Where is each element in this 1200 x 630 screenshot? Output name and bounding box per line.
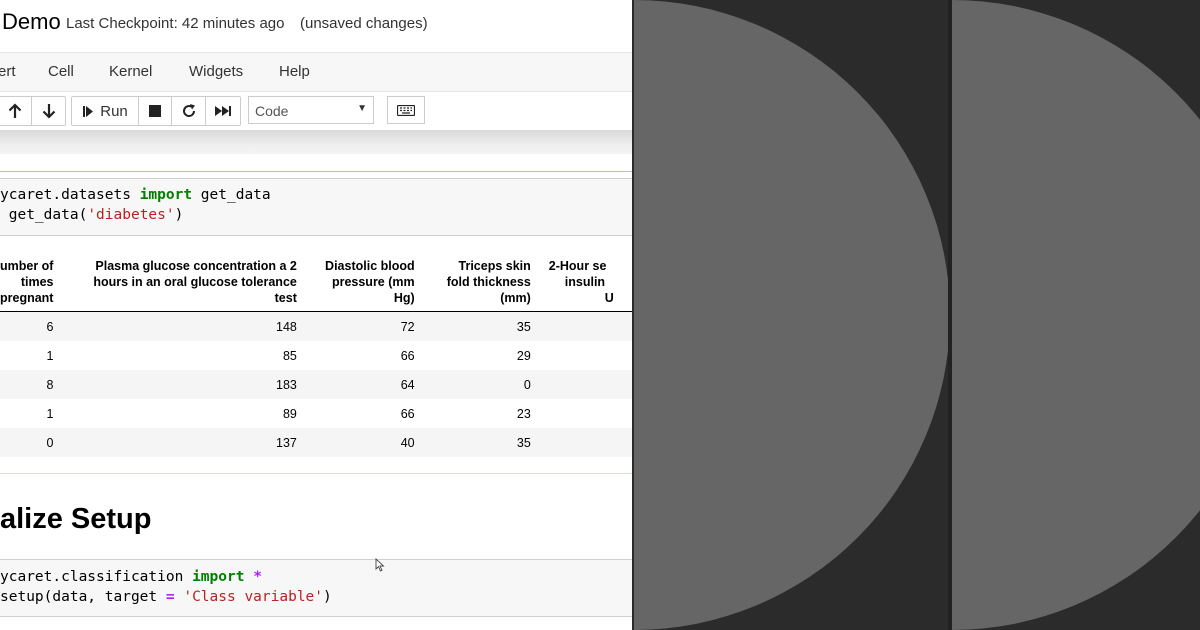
- run-label: Run: [100, 102, 128, 120]
- restart-run-all-button[interactable]: [206, 97, 240, 125]
- table-cell: 64: [300, 370, 419, 399]
- toolbar-divider: [0, 130, 632, 154]
- column-header: 2-Hour se insulin U: [534, 258, 632, 312]
- dataframe-output: umber of times pregnant Plasma glucose con…: [0, 258, 632, 457]
- menu-bar: ert Cell Kernel Widgets Help: [0, 52, 632, 92]
- arrow-down-icon: [42, 104, 55, 119]
- command-palette-button[interactable]: [387, 96, 425, 124]
- column-header: Diastolic blood pressure (mm Hg): [300, 258, 419, 312]
- menu-widgets[interactable]: Widgets: [189, 63, 243, 80]
- move-cell-group: [0, 96, 66, 126]
- table-cell: [535, 341, 632, 370]
- run-icon: [83, 105, 94, 117]
- toolbar: Run Code ▼: [0, 92, 632, 130]
- cell-type-value: Code: [255, 103, 289, 119]
- code-line: setup(data, target = 'Class variable'): [0, 589, 332, 605]
- table-cell: 35: [418, 311, 535, 341]
- table-cell: 66: [400, 406, 415, 421]
- decorative-panel-left: [632, 0, 948, 630]
- notebook-title[interactable]: Demo: [2, 9, 61, 35]
- menu-help[interactable]: Help: [279, 63, 310, 80]
- markdown-heading[interactable]: alize Setup: [0, 503, 152, 536]
- move-down-button[interactable]: [32, 97, 65, 125]
- notebook-header: Demo Last Checkpoint: 42 minutes ago (un…: [0, 0, 632, 50]
- decorative-panel-right: [952, 0, 1200, 630]
- code-cell-load-data[interactable]: ycaret.datasets import get_data get_data…: [0, 178, 632, 236]
- interrupt-button[interactable]: [139, 97, 172, 125]
- column-header: Triceps skin fold thickness (mm): [418, 258, 535, 312]
- arrow-up-icon: [8, 103, 22, 118]
- checkpoint-status: Last Checkpoint: 42 minutes ago: [66, 15, 285, 32]
- chevron-down-icon: ▼: [357, 103, 367, 114]
- table-cell: [534, 428, 632, 457]
- mouse-cursor-icon: [375, 558, 385, 572]
- table-cell: [534, 370, 632, 399]
- code-line: get_data('diabetes'): [0, 207, 184, 223]
- table-cell: 6: [0, 311, 58, 341]
- table-cell: 23: [516, 406, 531, 421]
- code-cell-setup[interactable]: ycaret.classification import * setup(dat…: [0, 559, 632, 617]
- table-row: 0 137 40 35: [0, 428, 632, 457]
- table-row: 1 89 66 23: [0, 399, 632, 428]
- table-header-row: umber of times pregnant Plasma glucose con…: [0, 258, 632, 312]
- table-row: 8 183 64 0: [0, 370, 632, 399]
- menu-insert[interactable]: ert: [0, 63, 16, 80]
- code-line: ycaret.datasets import get_data: [0, 187, 271, 203]
- run-group: Run: [71, 96, 241, 126]
- code-line: ycaret.classification import *: [0, 569, 262, 585]
- table-cell: 29: [516, 348, 531, 363]
- stop-icon: [149, 105, 161, 117]
- table-cell: 66: [400, 348, 415, 363]
- table-cell: 8: [0, 370, 58, 399]
- table-cell: [535, 399, 632, 428]
- selected-cell-border: [0, 171, 632, 172]
- table-cell: [534, 311, 632, 341]
- table-cell: 1: [46, 406, 54, 421]
- half-circle-shape: [952, 0, 1200, 630]
- jupyter-notebook: Demo Last Checkpoint: 42 minutes ago (un…: [0, 0, 632, 630]
- fast-forward-icon: [215, 106, 231, 116]
- menu-cell[interactable]: Cell: [48, 63, 74, 80]
- keyboard-icon: [397, 104, 415, 116]
- column-header: umber of times pregnant: [0, 258, 58, 312]
- table-cell: 148: [57, 311, 301, 341]
- menu-kernel[interactable]: Kernel: [109, 63, 152, 80]
- cell-divider: [0, 473, 632, 474]
- table-row: 6 148 72 35: [0, 311, 632, 341]
- run-button[interactable]: Run: [72, 97, 139, 125]
- unsaved-changes-label: (unsaved changes): [300, 15, 428, 32]
- table-row: 1 85 66 29: [0, 341, 632, 370]
- table-cell: 0: [0, 428, 58, 457]
- half-circle-shape: [634, 0, 948, 630]
- column-header: Plasma glucose concentration a 2 hours in…: [57, 258, 301, 312]
- cell-type-select[interactable]: Code ▼: [248, 96, 374, 124]
- table-cell: 0: [418, 370, 535, 399]
- table-cell: 89: [282, 406, 297, 421]
- table-cell: 72: [300, 311, 419, 341]
- table-cell: 183: [57, 370, 301, 399]
- table-cell: 1: [46, 348, 54, 363]
- table-cell: 35: [418, 428, 535, 457]
- restart-icon: [182, 104, 195, 117]
- table-cell: 85: [282, 348, 297, 363]
- move-up-button[interactable]: [0, 97, 32, 125]
- restart-button[interactable]: [172, 97, 206, 125]
- table-cell: 137: [57, 428, 301, 457]
- table-cell: 40: [300, 428, 419, 457]
